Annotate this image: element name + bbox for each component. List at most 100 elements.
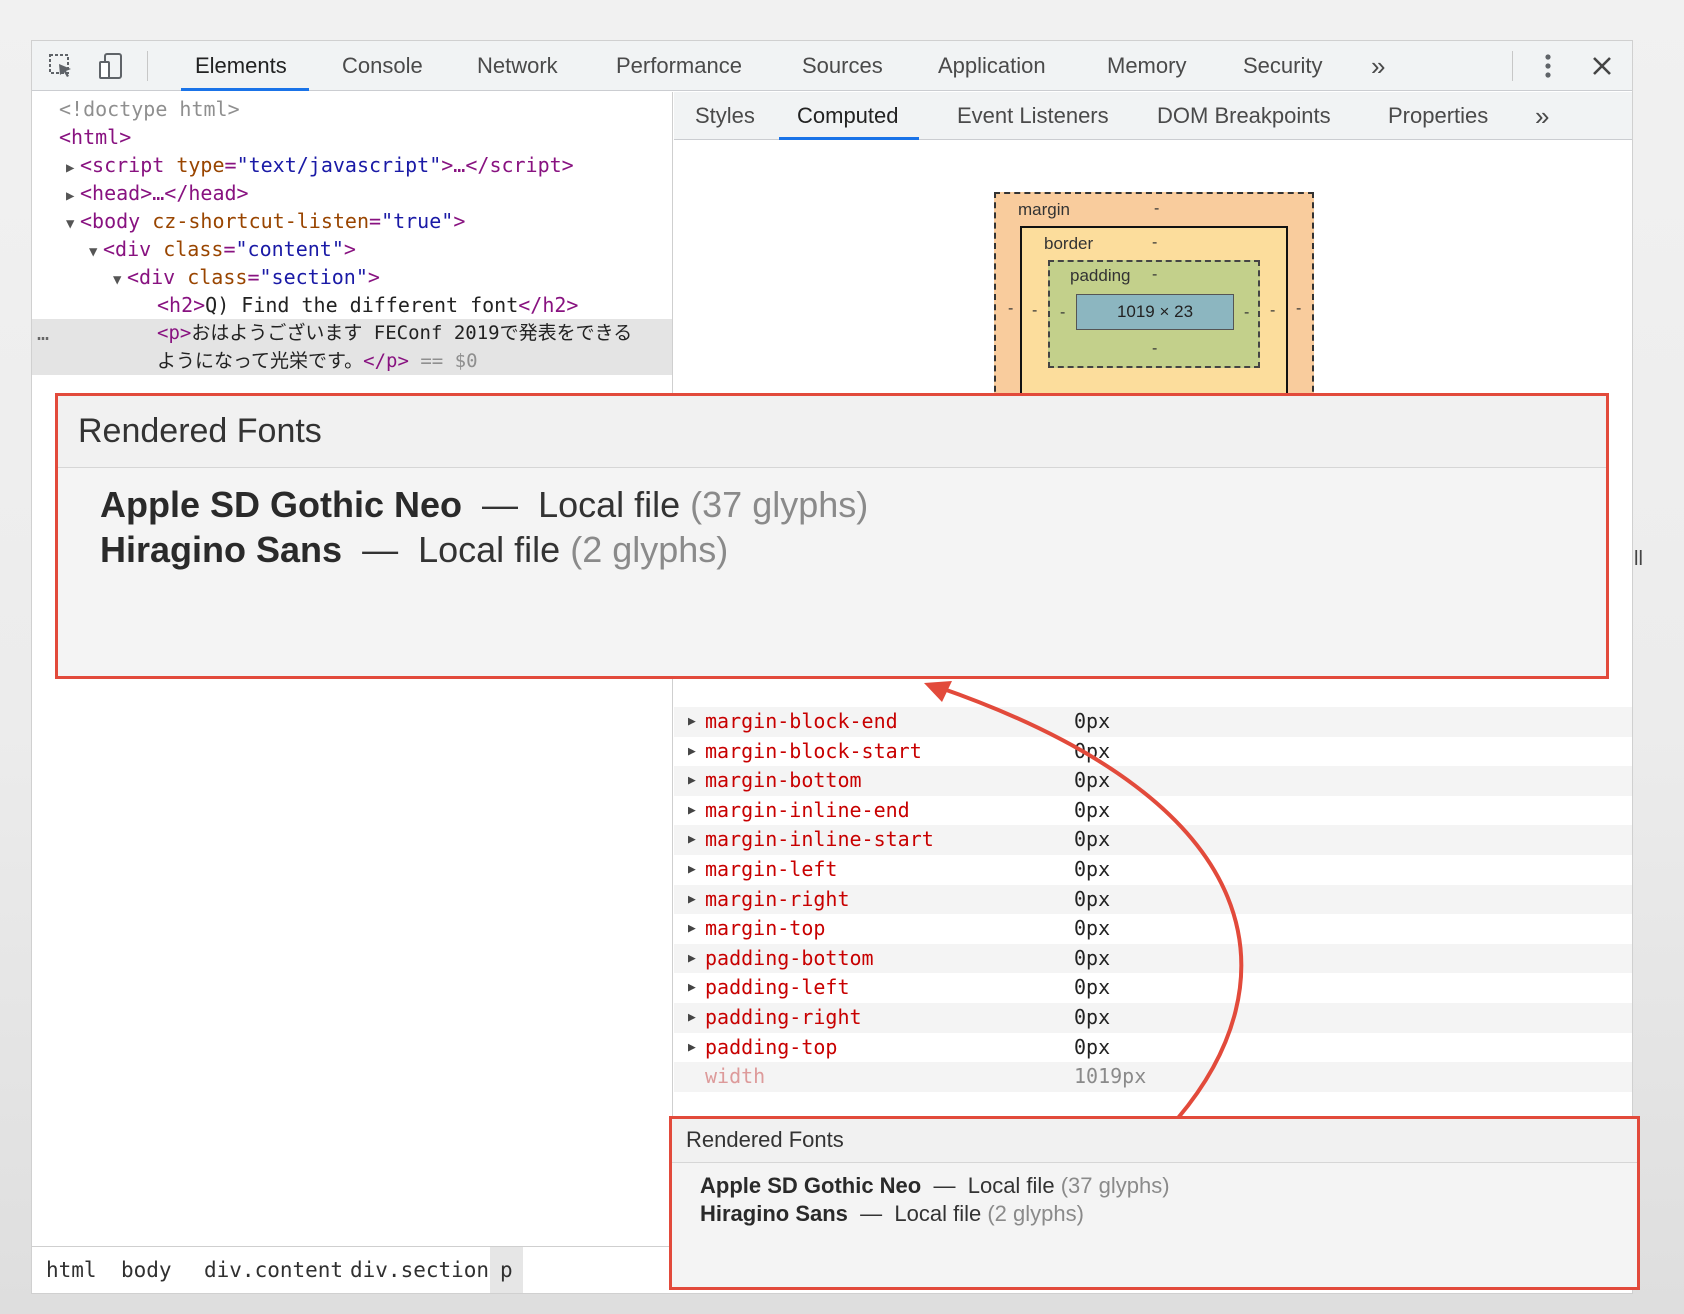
box-model-margin[interactable]: margin - - - border - - - - padding - - … [994, 192, 1314, 416]
breadcrumb-div-section[interactable]: div.section [350, 1247, 489, 1293]
computed-property-value: 0px [1074, 886, 1111, 911]
tab-event-listeners[interactable]: Event Listeners [957, 92, 1109, 140]
kebab-menu-icon[interactable] [1531, 50, 1565, 82]
computed-row-margin-block-end[interactable]: ▶ margin-block-end 0px [674, 707, 1632, 737]
dom-div-section[interactable]: ▼ <div class="section"> [113, 263, 380, 291]
box-model-content-size[interactable]: 1019 × 23 [1076, 294, 1234, 330]
tab-styles[interactable]: Styles [695, 92, 755, 140]
computed-property-name: padding-left [705, 975, 850, 1000]
padding-label: padding [1070, 266, 1131, 285]
font-entry-apple-sd-gothic-neo-small: Apple SD Gothic Neo — Local file (37 gly… [700, 1173, 1170, 1198]
dom-row-ellipsis[interactable]: … [37, 319, 49, 347]
dom-body[interactable]: ▼ <body cz-shortcut-listen="true"> [66, 207, 465, 235]
expand-triangle-icon[interactable]: ▶ [688, 707, 696, 737]
computed-filter-partial-label[interactable]: ll [1634, 548, 1643, 571]
breadcrumb-div-content[interactable]: div.content [204, 1247, 343, 1293]
dom-head[interactable]: ▶ <head>…</head> [66, 179, 249, 207]
padding-right-value[interactable]: - [1244, 304, 1249, 322]
computed-property-value: 0px [1074, 975, 1111, 1000]
dom-doctype[interactable]: <!doctype html> [59, 95, 240, 123]
computed-row-margin-inline-end[interactable]: ▶ margin-inline-end 0px [674, 796, 1632, 826]
computed-property-name: margin-inline-end [705, 797, 910, 822]
computed-row-margin-bottom[interactable]: ▶ margin-bottom 0px [674, 766, 1632, 796]
font-entry-hiragino-sans: Hiragino Sans — Local file (2 glyphs) [100, 529, 729, 570]
expand-triangle-icon[interactable]: ▶ [688, 737, 696, 767]
more-side-tabs-icon[interactable]: » [1535, 92, 1549, 140]
border-top-value[interactable]: - [1152, 234, 1157, 252]
toolbar-divider [1512, 51, 1513, 81]
computed-row-padding-top[interactable]: ▶ padding-top 0px [674, 1033, 1632, 1063]
expand-triangle-icon[interactable]: ▶ [688, 766, 696, 796]
computed-row-margin-left[interactable]: ▶ margin-left 0px [674, 855, 1632, 885]
expand-triangle-icon[interactable]: ▶ [688, 885, 696, 915]
dom-h2[interactable]: <h2>Q) Find the different font</h2> [157, 291, 578, 319]
tab-sources[interactable]: Sources [802, 41, 883, 91]
margin-left-value[interactable]: - [1008, 300, 1013, 318]
dom-html[interactable]: <html> [59, 123, 131, 151]
rendered-fonts-title-small: Rendered Fonts [672, 1119, 1637, 1163]
computed-property-name: padding-bottom [705, 945, 874, 970]
computed-row-padding-left[interactable]: ▶ padding-left 0px [674, 973, 1632, 1003]
computed-property-name: margin-block-end [705, 709, 898, 733]
computed-row-margin-top[interactable]: ▶ margin-top 0px [674, 914, 1632, 944]
expand-triangle-icon[interactable]: ▶ [688, 796, 696, 826]
box-model-border[interactable]: border - - - - padding - - - - 1019 × 23 [1020, 226, 1288, 416]
computed-property-value: 1019px [1074, 1064, 1147, 1089]
tab-application[interactable]: Application [938, 41, 1046, 91]
padding-bottom-value[interactable]: - [1152, 340, 1157, 358]
dom-p-line-2[interactable]: ようになって光栄です。</p> == $0 [157, 347, 478, 375]
tab-memory[interactable]: Memory [1107, 41, 1186, 91]
expand-triangle-icon[interactable]: ▶ [688, 944, 696, 974]
more-tabs-icon[interactable]: » [1371, 41, 1385, 91]
padding-left-value[interactable]: - [1060, 304, 1065, 322]
expand-triangle-icon[interactable]: ▶ [688, 855, 696, 885]
tab-computed[interactable]: Computed [779, 92, 918, 140]
expand-triangle-icon[interactable]: ▶ [688, 973, 696, 1003]
dom-script[interactable]: ▶ <script type="text/javascript">…</scrip… [66, 151, 574, 179]
tab-dom-breakpoints[interactable]: DOM Breakpoints [1157, 92, 1331, 140]
computed-property-name: margin-bottom [705, 768, 862, 793]
collapse-triangle-icon[interactable]: ▼ [66, 210, 80, 238]
rendered-fonts-callout-small: Rendered Fonts Apple SD Gothic Neo — Loc… [669, 1116, 1640, 1290]
tab-properties[interactable]: Properties [1388, 92, 1488, 140]
computed-property-value: 0px [1074, 1034, 1111, 1059]
expand-triangle-icon[interactable]: ▶ [688, 914, 696, 944]
computed-row-padding-bottom[interactable]: ▶ padding-bottom 0px [674, 943, 1632, 974]
tab-elements[interactable]: Elements [181, 41, 309, 91]
breadcrumb-body[interactable]: body [121, 1247, 172, 1293]
tab-performance[interactable]: Performance [616, 41, 742, 91]
expand-triangle-icon[interactable]: ▶ [688, 825, 696, 855]
dom-p-line-1[interactable]: <p>おはようございます FEConf 2019で発表をできる [157, 319, 632, 347]
computed-row-margin-inline-start[interactable]: ▶ margin-inline-start 0px [674, 825, 1632, 855]
breadcrumb-p[interactable]: p [490, 1247, 523, 1293]
border-right-value[interactable]: - [1270, 302, 1275, 320]
rendered-fonts-callout-large: Rendered Fonts Apple SD Gothic Neo — Loc… [55, 393, 1609, 679]
computed-property-value: 0px [1074, 916, 1111, 941]
collapse-triangle-icon[interactable]: ▼ [113, 266, 127, 294]
box-model-padding[interactable]: padding - - - - 1019 × 23 [1048, 260, 1260, 368]
computed-property-name: margin-left [705, 857, 838, 881]
expand-triangle-icon[interactable]: ▶ [66, 154, 80, 182]
tab-network[interactable]: Network [477, 41, 558, 91]
computed-row-width[interactable]: width 1019px [674, 1062, 1632, 1092]
collapse-triangle-icon[interactable]: ▼ [89, 238, 103, 266]
breadcrumb-html[interactable]: html [46, 1247, 97, 1293]
expand-triangle-icon[interactable]: ▶ [688, 1003, 696, 1033]
inspect-element-icon[interactable] [44, 50, 78, 82]
margin-top-value[interactable]: - [1154, 200, 1159, 218]
tab-security[interactable]: Security [1243, 41, 1322, 91]
expand-triangle-icon[interactable]: ▶ [66, 182, 80, 210]
computed-row-margin-right[interactable]: ▶ margin-right 0px [674, 884, 1632, 915]
tab-console[interactable]: Console [342, 41, 423, 91]
margin-right-value[interactable]: - [1296, 300, 1301, 318]
computed-row-margin-block-start[interactable]: ▶ margin-block-start 0px [674, 737, 1632, 767]
rendered-fonts-title: Rendered Fonts [58, 396, 1606, 468]
computed-property-value: 0px [1074, 1005, 1111, 1029]
expand-triangle-icon[interactable]: ▶ [688, 1033, 696, 1063]
device-toolbar-icon[interactable] [94, 50, 128, 82]
close-icon[interactable] [1585, 50, 1619, 82]
padding-top-value[interactable]: - [1152, 266, 1157, 284]
dom-div-content[interactable]: ▼ <div class="content"> [89, 235, 356, 263]
border-left-value[interactable]: - [1032, 302, 1037, 320]
computed-row-padding-right[interactable]: ▶ padding-right 0px [674, 1003, 1632, 1033]
